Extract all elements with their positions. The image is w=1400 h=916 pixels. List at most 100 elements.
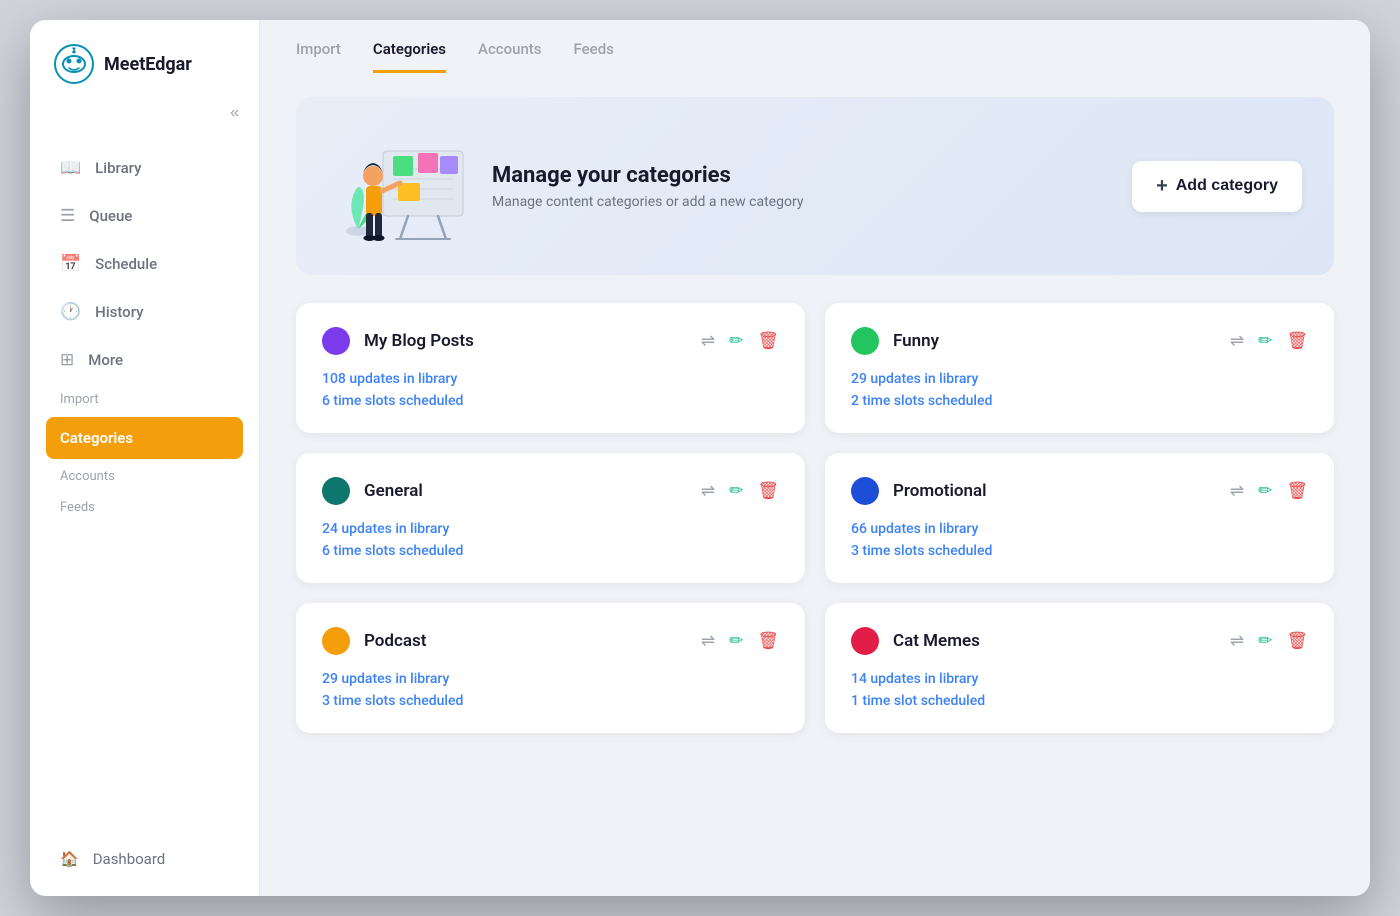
delete-icon[interactable]: 🗑 (757, 331, 779, 351)
sidebar-logo: MeetEdgar (30, 20, 259, 104)
category-stats: 66 updates in library 3 time slots sched… (851, 521, 1308, 559)
category-name: Promotional (893, 481, 987, 501)
slots-stat[interactable]: 1 time slot scheduled (851, 693, 1308, 709)
delete-icon[interactable]: 🗑 (1286, 331, 1308, 351)
shuffle-icon[interactable]: ⇌ (701, 631, 715, 651)
delete-icon[interactable]: 🗑 (1286, 631, 1308, 651)
sidebar-item-more[interactable]: ⊞ More (46, 338, 243, 382)
edit-icon[interactable]: ✏ (729, 481, 743, 501)
category-stats: 29 updates in library 2 time slots sched… (851, 371, 1308, 409)
category-color-dot (322, 477, 350, 505)
category-name: Funny (893, 331, 939, 351)
sidebar-item-feeds[interactable]: Feeds (46, 494, 243, 521)
shuffle-icon[interactable]: ⇌ (1230, 331, 1244, 351)
edit-icon[interactable]: ✏ (1258, 631, 1272, 651)
collapse-button[interactable]: « (230, 104, 239, 122)
edit-icon[interactable]: ✏ (729, 631, 743, 651)
category-actions: ⇌ ✏ 🗑 (701, 481, 779, 501)
category-card-promotional: Promotional ⇌ ✏ 🗑 66 updates in library … (825, 453, 1334, 583)
hero-title: Manage your categories (492, 163, 1108, 188)
category-name: Cat Memes (893, 631, 980, 651)
updates-stat[interactable]: 24 updates in library (322, 521, 779, 537)
delete-icon[interactable]: 🗑 (757, 631, 779, 651)
category-color-dot (322, 627, 350, 655)
updates-stat[interactable]: 66 updates in library (851, 521, 1308, 537)
tab-categories[interactable]: Categories (373, 40, 446, 73)
category-name: Podcast (364, 631, 426, 651)
edit-icon[interactable]: ✏ (1258, 481, 1272, 501)
shuffle-icon[interactable]: ⇌ (701, 331, 715, 351)
category-color-dot (322, 327, 350, 355)
shuffle-icon[interactable]: ⇌ (1230, 481, 1244, 501)
updates-stat[interactable]: 29 updates in library (851, 371, 1308, 387)
sidebar-item-import[interactable]: Import (46, 386, 243, 413)
category-name-row: My Blog Posts (322, 327, 474, 355)
plus-icon: + (1156, 175, 1168, 198)
sidebar-item-queue[interactable]: ☰ Queue (46, 194, 243, 238)
categories-grid: My Blog Posts ⇌ ✏ 🗑 108 updates in libra… (296, 303, 1334, 733)
add-category-button[interactable]: + Add category (1132, 161, 1302, 212)
hero-text: Manage your categories Manage content ca… (492, 163, 1108, 210)
slots-stat[interactable]: 6 time slots scheduled (322, 543, 779, 559)
slots-stat[interactable]: 3 time slots scheduled (322, 693, 779, 709)
category-actions: ⇌ ✏ 🗑 (1230, 331, 1308, 351)
tab-import[interactable]: Import (296, 40, 341, 73)
category-name-row: Funny (851, 327, 939, 355)
category-card-podcast: Podcast ⇌ ✏ 🗑 29 updates in library 3 ti… (296, 603, 805, 733)
delete-icon[interactable]: 🗑 (1286, 481, 1308, 501)
category-stats: 14 updates in library 1 time slot schedu… (851, 671, 1308, 709)
category-card-funny: Funny ⇌ ✏ 🗑 29 updates in library 2 time… (825, 303, 1334, 433)
sidebar-bottom: 🏠 Dashboard (30, 822, 259, 896)
main-content: Import Categories Accounts Feeds (260, 20, 1370, 896)
hero-subtitle: Manage content categories or add a new c… (492, 194, 1108, 210)
category-card-cat-memes: Cat Memes ⇌ ✏ 🗑 14 updates in library 1 … (825, 603, 1334, 733)
edit-icon[interactable]: ✏ (729, 331, 743, 351)
logo-text: MeetEdgar (104, 54, 192, 75)
category-name: General (364, 481, 423, 501)
sidebar-item-library[interactable]: 📖 Library (46, 146, 243, 190)
sidebar-collapse-area: « (30, 104, 259, 138)
library-icon: 📖 (60, 158, 81, 178)
dashboard-icon: 🏠 (60, 850, 79, 868)
category-stats: 24 updates in library 6 time slots sched… (322, 521, 779, 559)
schedule-icon: 📅 (60, 254, 81, 274)
slots-stat[interactable]: 2 time slots scheduled (851, 393, 1308, 409)
category-actions: ⇌ ✏ 🗑 (701, 331, 779, 351)
sidebar: MeetEdgar « 📖 Library ☰ Queue 📅 Schedule… (30, 20, 260, 896)
category-color-dot (851, 327, 879, 355)
history-icon: 🕐 (60, 302, 81, 322)
category-actions: ⇌ ✏ 🗑 (701, 631, 779, 651)
updates-stat[interactable]: 14 updates in library (851, 671, 1308, 687)
top-tabs: Import Categories Accounts Feeds (260, 20, 1370, 73)
sidebar-item-dashboard[interactable]: 🏠 Dashboard (46, 838, 243, 880)
hero-illustration (328, 121, 468, 251)
sidebar-item-accounts[interactable]: Accounts (46, 463, 243, 490)
shuffle-icon[interactable]: ⇌ (701, 481, 715, 501)
sidebar-item-categories[interactable]: Categories (46, 417, 243, 459)
queue-icon: ☰ (60, 206, 75, 226)
category-card-general: General ⇌ ✏ 🗑 24 updates in library 6 ti… (296, 453, 805, 583)
category-card-header: Funny ⇌ ✏ 🗑 (851, 327, 1308, 355)
sidebar-item-history[interactable]: 🕐 History (46, 290, 243, 334)
slots-stat[interactable]: 6 time slots scheduled (322, 393, 779, 409)
delete-icon[interactable]: 🗑 (757, 481, 779, 501)
category-actions: ⇌ ✏ 🗑 (1230, 631, 1308, 651)
tab-feeds[interactable]: Feeds (574, 40, 614, 73)
category-name-row: Cat Memes (851, 627, 980, 655)
slots-stat[interactable]: 3 time slots scheduled (851, 543, 1308, 559)
more-icon: ⊞ (60, 350, 74, 370)
hero-banner: Manage your categories Manage content ca… (296, 97, 1334, 275)
meetedgar-logo-icon (54, 44, 94, 84)
shuffle-icon[interactable]: ⇌ (1230, 631, 1244, 651)
category-card-header: Cat Memes ⇌ ✏ 🗑 (851, 627, 1308, 655)
category-actions: ⇌ ✏ 🗑 (1230, 481, 1308, 501)
edit-icon[interactable]: ✏ (1258, 331, 1272, 351)
category-card-header: Podcast ⇌ ✏ 🗑 (322, 627, 779, 655)
category-name-row: General (322, 477, 423, 505)
updates-stat[interactable]: 108 updates in library (322, 371, 779, 387)
sidebar-item-schedule[interactable]: 📅 Schedule (46, 242, 243, 286)
page-content: Manage your categories Manage content ca… (260, 73, 1370, 896)
updates-stat[interactable]: 29 updates in library (322, 671, 779, 687)
tab-accounts[interactable]: Accounts (478, 40, 542, 73)
category-card-header: Promotional ⇌ ✏ 🗑 (851, 477, 1308, 505)
